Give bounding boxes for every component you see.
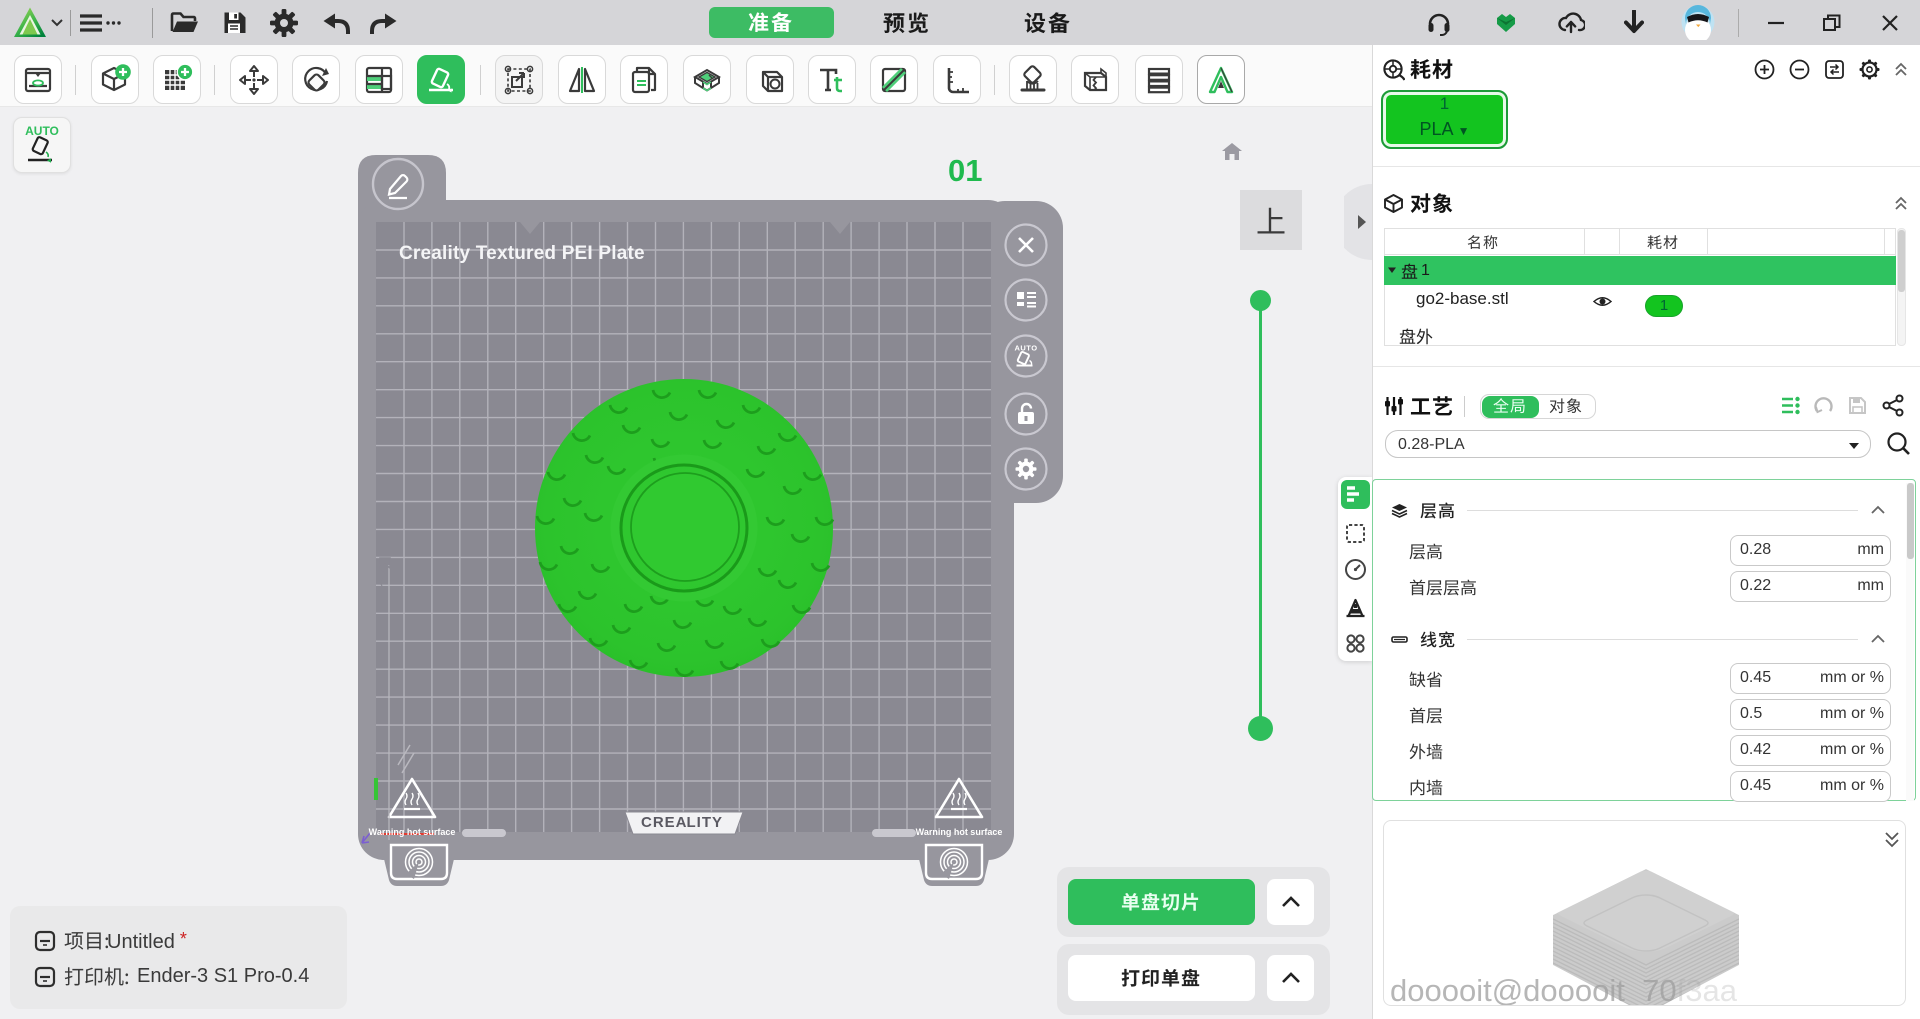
svg-text:AUTO: AUTO (1014, 344, 1037, 353)
